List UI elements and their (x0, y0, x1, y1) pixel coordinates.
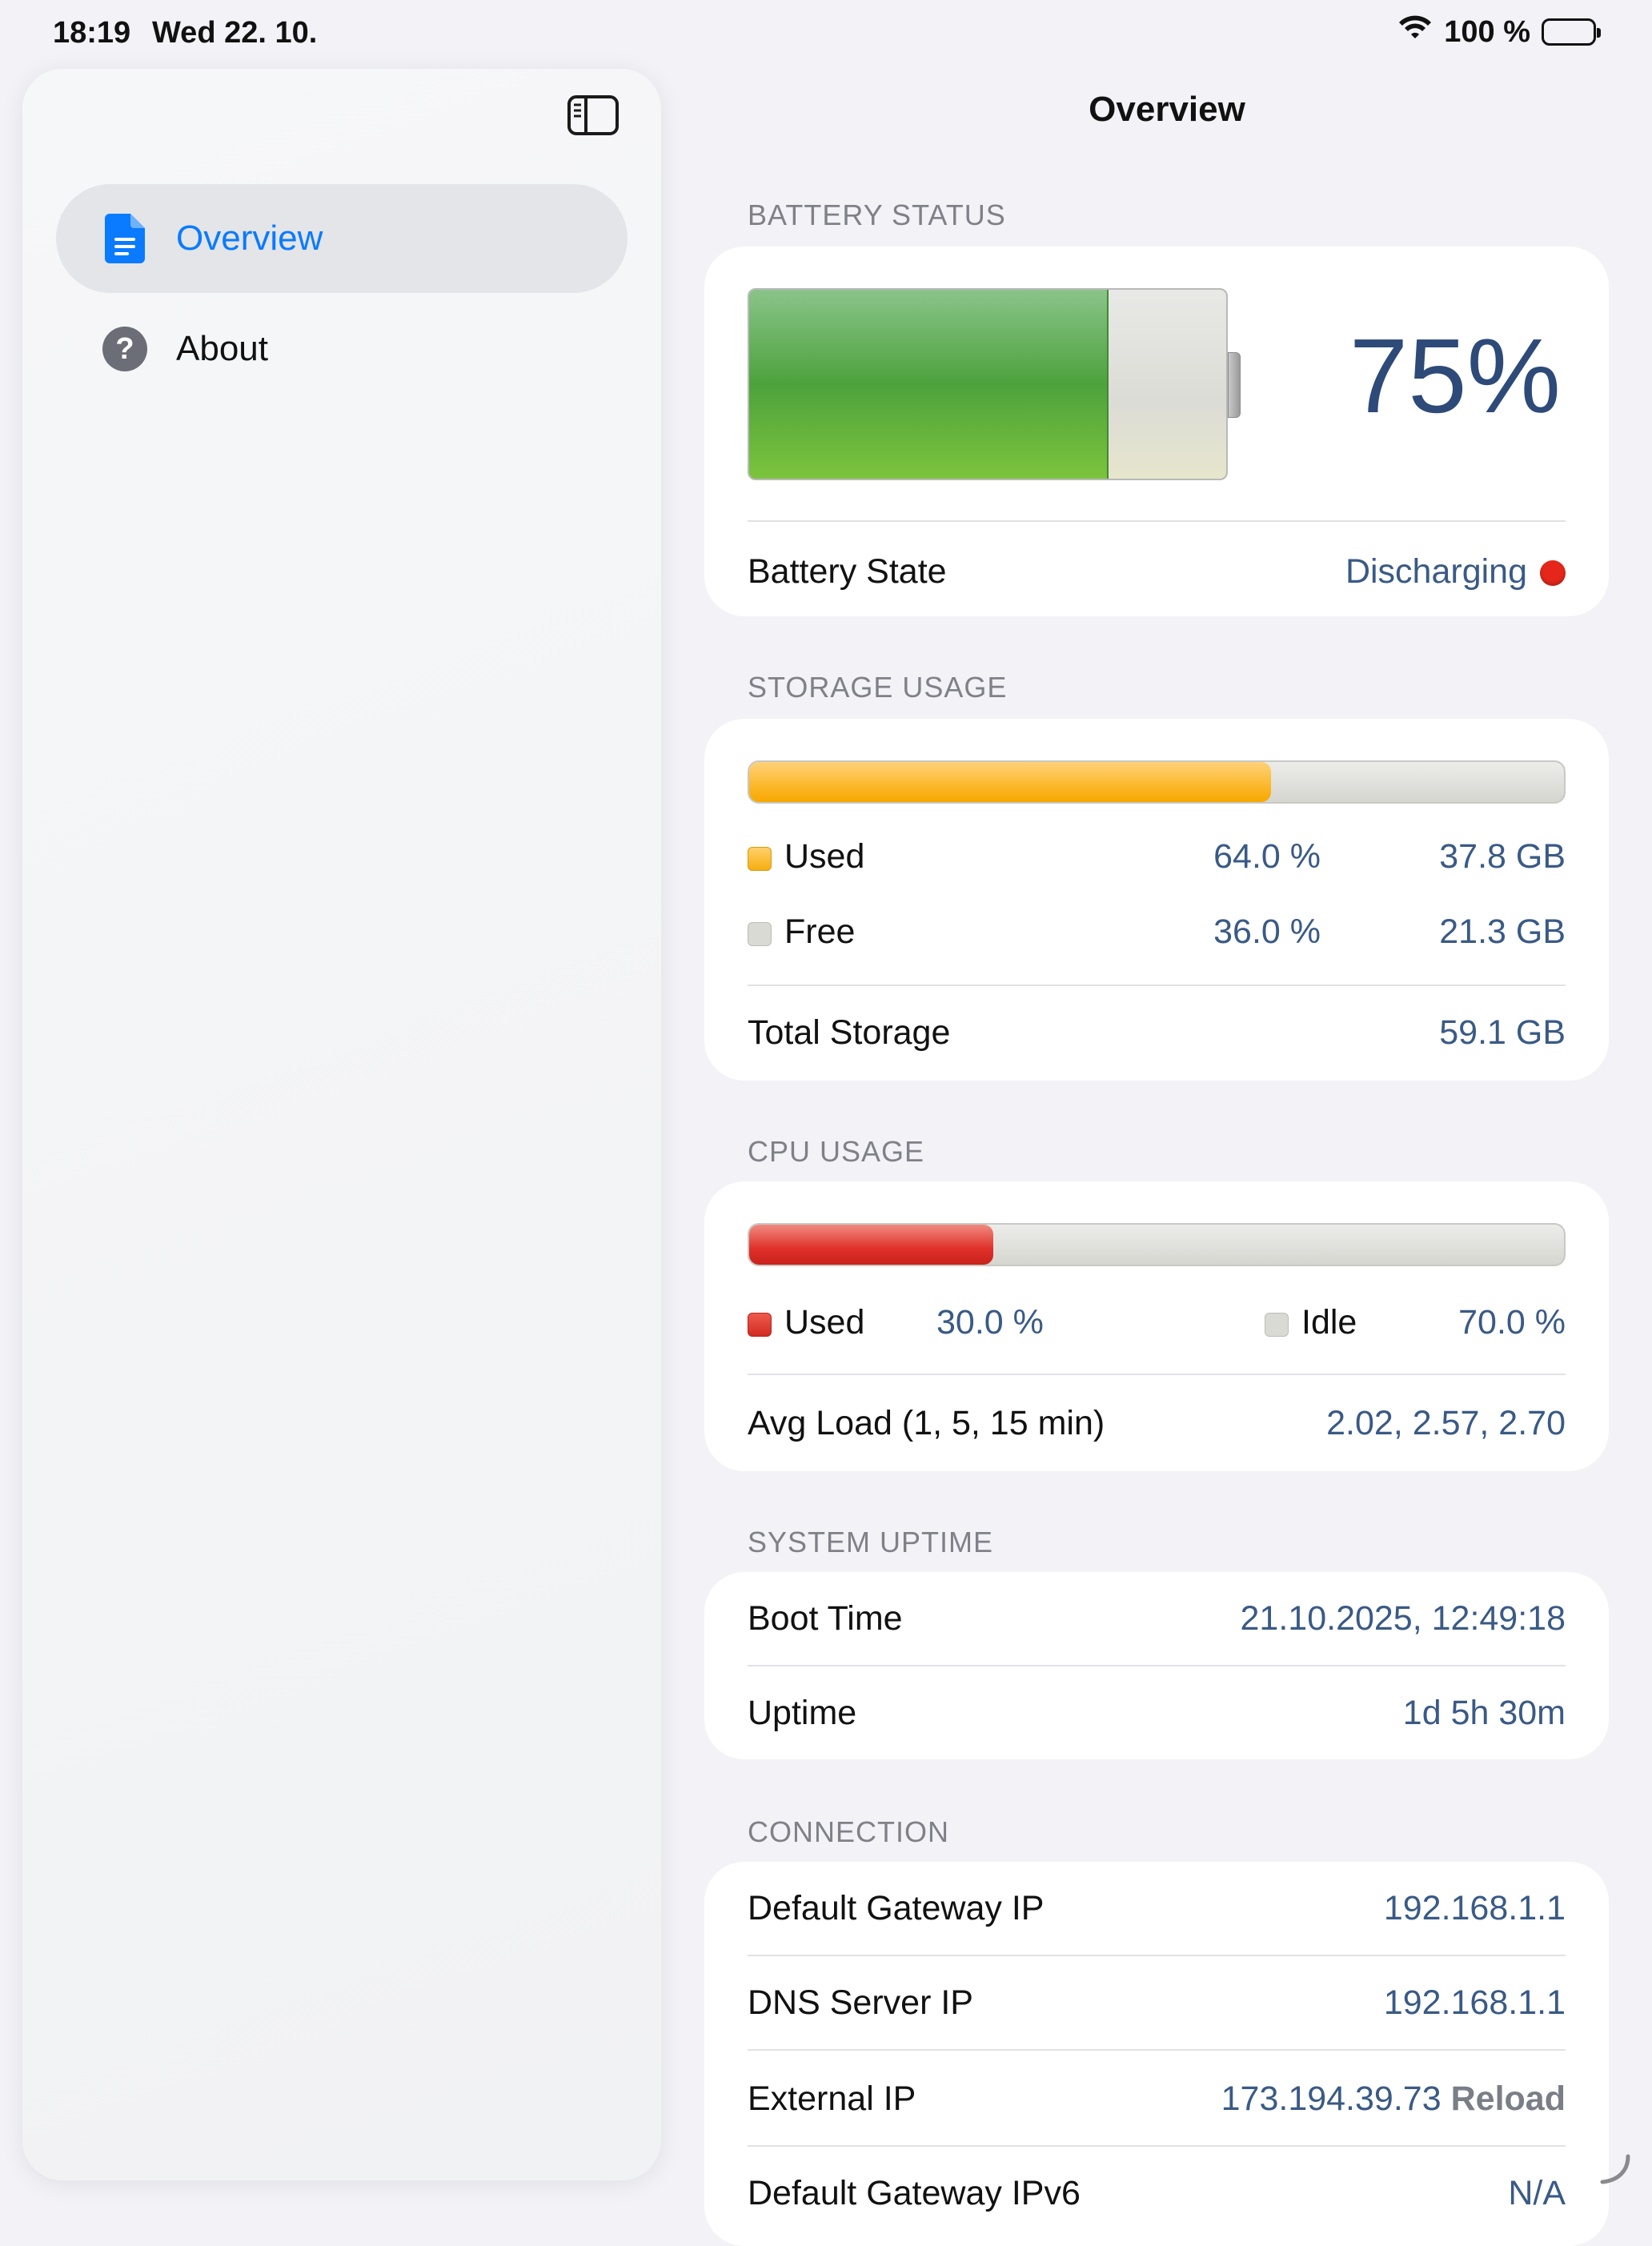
section-header-uptime: SYSTEM UPTIME (748, 1526, 994, 1558)
uptime-row: Uptime 1d 5h 30m (748, 1689, 1566, 1737)
storage-free-row: Free 36.0 % 21.3 GB (748, 908, 1566, 956)
cpu-progress-bar (748, 1223, 1566, 1266)
battery-graphic (748, 288, 1228, 480)
free-swatch (748, 921, 772, 946)
dns-value: 192.168.1.1 (1383, 1983, 1566, 2022)
dns-label: DNS Server IP (748, 1983, 973, 2022)
avg-load-value: 2.02, 2.57, 2.70 (1326, 1403, 1566, 1442)
storage-card: Used 64.0 % 37.8 GB Free 36.0 % 21.3 GB … (704, 719, 1609, 1081)
avg-load-label: Avg Load (1, 5, 15 min) (748, 1403, 1105, 1442)
uptime-card: Boot Time 21.10.2025, 12:49:18 Uptime 1d… (704, 1572, 1609, 1759)
total-storage-label: Total Storage (748, 1013, 951, 1052)
section-header-connection: CONNECTION (748, 1815, 949, 1848)
battery-percent: 75% (1349, 317, 1561, 435)
divider (748, 985, 1566, 986)
external-ip-label: External IP (748, 2079, 916, 2118)
free-label: Free (784, 912, 856, 951)
reload-button[interactable]: Reload (1451, 2080, 1566, 2118)
gateway-value: 192.168.1.1 (1383, 1888, 1566, 1927)
storage-used-fill (749, 762, 1271, 802)
gateway-ipv6-row: Default Gateway IPv6 N/A (748, 2169, 1566, 2217)
resize-handle-icon[interactable] (1599, 2153, 1631, 2189)
divider (748, 2145, 1566, 2147)
cpu-used-percent: 30.0 % (936, 1303, 1044, 1342)
battery-state-value: Discharging (1345, 552, 1566, 592)
status-right: 100 % (1397, 14, 1601, 50)
sidebar-toggle-icon[interactable] (567, 94, 620, 136)
section-header-storage: STORAGE USAGE (748, 671, 1008, 704)
section-header-battery: BATTERY STATUS (748, 199, 1006, 231)
boot-time-value: 21.10.2025, 12:49:18 (1240, 1598, 1566, 1638)
boot-time-row: Boot Time 21.10.2025, 12:49:18 (748, 1594, 1566, 1642)
sidebar-item-overview[interactable]: Overview (56, 184, 628, 293)
status-date: Wed 22. 10. (152, 16, 318, 50)
uptime-value: 1d 5h 30m (1402, 1693, 1566, 1732)
divider (748, 1665, 1566, 1666)
gateway-ipv6-label: Default Gateway IPv6 (748, 2173, 1081, 2212)
cpu-used-swatch (748, 1312, 772, 1337)
storage-free-size: 21.3 GB (1439, 912, 1566, 951)
question-mark-icon: ? (102, 324, 147, 374)
dns-row: DNS Server IP 192.168.1.1 (748, 1979, 1566, 2027)
cpu-used-label: Used (784, 1303, 865, 1342)
storage-free-percent: 36.0 % (1213, 912, 1321, 951)
battery-terminal (1228, 352, 1241, 418)
gateway-ipv6-value: N/A (1508, 2173, 1566, 2212)
cpu-idle-percent: 70.0 % (1458, 1303, 1566, 1342)
section-header-cpu: CPU USAGE (748, 1135, 925, 1168)
battery-state-label: Battery State (748, 551, 947, 591)
status-dot-icon (1540, 560, 1566, 587)
document-icon (102, 214, 147, 263)
battery-state-row: Battery State Discharging (748, 547, 1566, 596)
wifi-icon (1397, 14, 1433, 50)
sidebar: Overview ? About (22, 69, 661, 2180)
cpu-used-fill (749, 1225, 994, 1265)
divider (748, 1955, 1566, 1956)
connection-card: Default Gateway IP 192.168.1.1 DNS Serve… (704, 1862, 1609, 2246)
battery-percent-status: 100 % (1444, 14, 1530, 49)
cpu-idle-label: Idle (1301, 1303, 1357, 1342)
gateway-label: Default Gateway IP (748, 1888, 1045, 1927)
divider (748, 520, 1566, 522)
external-ip-value: 173.194.39.73 (1221, 2079, 1441, 2118)
battery-icon (1542, 18, 1601, 46)
battery-state-text: Discharging (1345, 551, 1527, 591)
total-storage-value: 59.1 GB (1439, 1013, 1566, 1052)
used-swatch (748, 846, 772, 871)
storage-used-size: 37.8 GB (1439, 837, 1566, 876)
cpu-card: Used 30.0 % Idle 70.0 % Avg Load (1, 5, … (704, 1181, 1609, 1471)
boot-time-label: Boot Time (748, 1598, 903, 1638)
cpu-legend-row: Used 30.0 % Idle 70.0 % (748, 1298, 1566, 1346)
storage-used-percent: 64.0 % (1213, 837, 1321, 876)
cpu-load-row: Avg Load (1, 5, 15 min) 2.02, 2.57, 2.70 (748, 1399, 1566, 1447)
external-ip-row: External IP 173.194.39.73 Reload (748, 2075, 1566, 2123)
used-label: Used (784, 837, 865, 876)
page-title: Overview (1089, 90, 1245, 129)
external-ip-group: 173.194.39.73 Reload (1221, 2080, 1566, 2119)
storage-used-row: Used 64.0 % 37.8 GB (748, 832, 1566, 880)
cpu-idle-swatch (1265, 1312, 1289, 1337)
divider (748, 2049, 1566, 2051)
storage-total-row: Total Storage 59.1 GB (748, 1009, 1566, 1057)
sidebar-item-about[interactable]: ? About (56, 295, 628, 403)
battery-card: 75% Battery State Discharging (704, 247, 1609, 616)
uptime-label: Uptime (748, 1693, 857, 1732)
gateway-row: Default Gateway IP 192.168.1.1 (748, 1884, 1566, 1932)
sidebar-item-label: About (176, 329, 268, 368)
status-bar: 18:19 Wed 22. 10. 100 % (0, 0, 1652, 69)
divider (748, 1374, 1566, 1375)
storage-progress-bar (748, 760, 1566, 804)
sidebar-item-label: Overview (176, 219, 323, 258)
status-time: 18:19 (53, 16, 131, 50)
battery-fill (749, 290, 1109, 479)
